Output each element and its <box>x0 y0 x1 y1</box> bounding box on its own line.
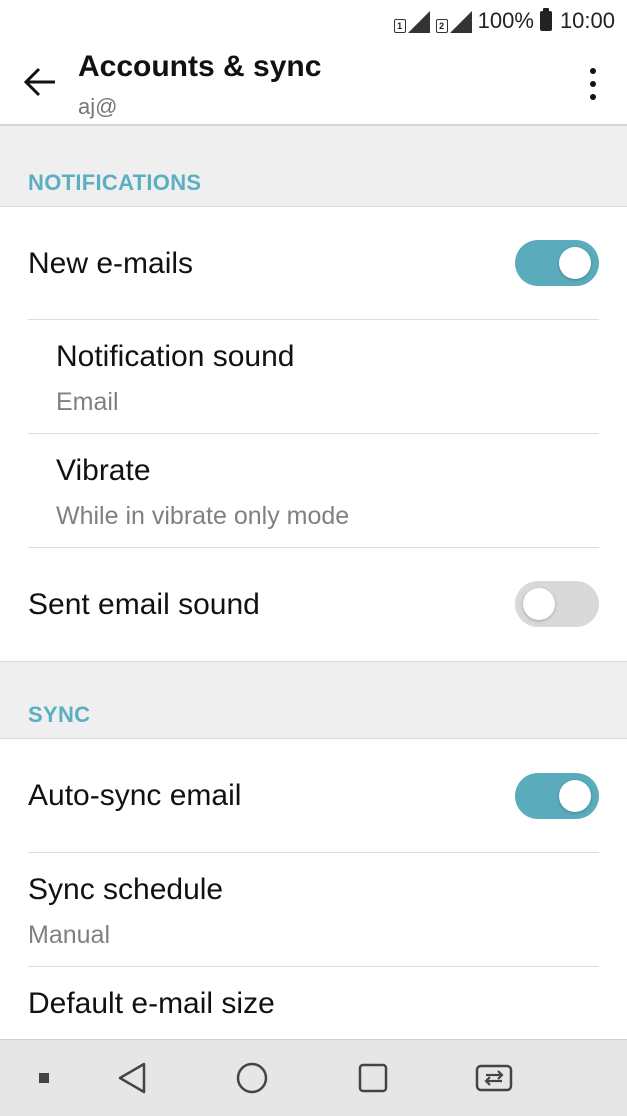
account-subtitle: aj@ <box>78 94 118 119</box>
battery-icon <box>539 8 552 31</box>
new-emails-row[interactable]: New e-mails <box>0 207 627 320</box>
nav-dual-window-button[interactable] <box>472 1056 516 1100</box>
back-button[interactable] <box>18 60 62 104</box>
battery-percent: 100% <box>477 8 534 33</box>
recents-square-icon <box>358 1063 388 1093</box>
nav-recents-button[interactable] <box>351 1056 395 1100</box>
sent-email-sound-row[interactable]: Sent email sound <box>0 548 627 661</box>
page-title: Accounts & sync <box>78 50 322 83</box>
status-bar: 1 2 100% 10:00 <box>0 0 627 42</box>
sync-section-header: SYNC <box>0 661 627 739</box>
default-email-size-row[interactable]: Default e-mail size <box>0 967 627 1047</box>
vibrate-label: Vibrate <box>56 454 151 487</box>
home-circle-icon <box>236 1062 268 1094</box>
auto-sync-label: Auto-sync email <box>28 779 242 812</box>
screen: 1 2 100% 10:00 Accounts & sync aj@ NOTIF… <box>0 0 627 1116</box>
navigation-bar <box>0 1039 627 1116</box>
default-email-size-label: Default e-mail size <box>28 987 275 1020</box>
nav-home-button[interactable] <box>230 1056 274 1100</box>
clock: 10:00 <box>559 8 615 33</box>
notifications-section-header: NOTIFICATIONS <box>0 126 627 207</box>
dual-window-icon <box>475 1064 513 1092</box>
sim1-signal-icon: 1 <box>393 9 430 33</box>
notifications-header-label: NOTIFICATIONS <box>28 170 202 195</box>
sim2-label: 2 <box>435 19 448 33</box>
more-vert-icon <box>590 68 596 74</box>
vibrate-value: While in vibrate only mode <box>56 502 350 530</box>
sync-schedule-value: Manual <box>28 921 110 949</box>
sim2-signal-icon: 2 <box>435 9 472 33</box>
sync-header-label: SYNC <box>28 702 91 727</box>
notification-sound-row[interactable]: Notification sound Email <box>0 320 627 433</box>
sent-email-sound-label: Sent email sound <box>28 588 260 621</box>
new-emails-toggle[interactable] <box>515 240 599 286</box>
app-bar: Accounts & sync aj@ <box>0 42 627 126</box>
sent-email-sound-toggle[interactable] <box>515 581 599 627</box>
overflow-menu-button[interactable] <box>577 62 609 106</box>
notification-sound-label: Notification sound <box>56 340 295 373</box>
back-triangle-icon <box>118 1062 146 1094</box>
new-emails-label: New e-mails <box>28 247 194 280</box>
vibrate-row[interactable]: Vibrate While in vibrate only mode <box>0 434 627 547</box>
nav-dot-button[interactable] <box>22 1056 66 1100</box>
nav-back-button[interactable] <box>110 1056 154 1100</box>
sync-schedule-row[interactable]: Sync schedule Manual <box>0 853 627 966</box>
back-arrow-icon <box>23 67 55 97</box>
auto-sync-toggle[interactable] <box>515 773 599 819</box>
sync-schedule-label: Sync schedule <box>28 873 224 906</box>
auto-sync-row[interactable]: Auto-sync email <box>0 739 627 852</box>
sim1-label: 1 <box>393 19 406 33</box>
notification-sound-value: Email <box>56 388 119 416</box>
dot-icon <box>39 1073 49 1083</box>
